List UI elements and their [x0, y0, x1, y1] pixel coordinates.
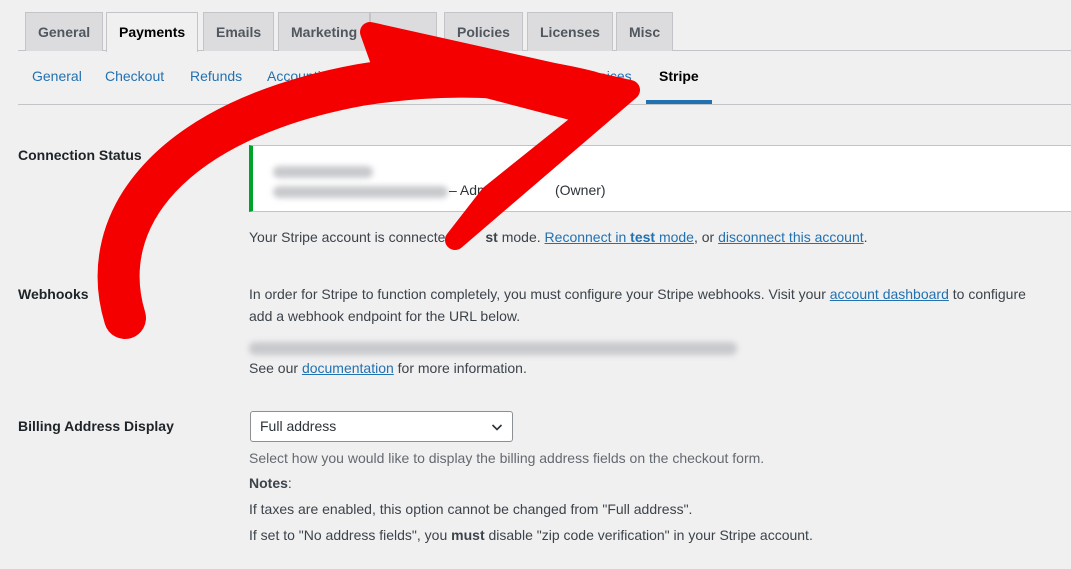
- subtab-general[interactable]: General: [32, 52, 82, 104]
- subtab-invoices[interactable]: voices: [592, 52, 632, 104]
- billing-note-zip: If set to "No address fields", you must …: [249, 525, 813, 545]
- account-owner: (Owner): [555, 182, 606, 198]
- connection-status-text: Your Stripe account is connecte st mode. …: [249, 227, 868, 247]
- reconnect-prefix: Reconnect in: [544, 229, 631, 245]
- see-prefix: See our: [249, 360, 299, 376]
- billing-address-selected: Full address: [260, 418, 337, 434]
- subtab-accounting[interactable]: Accounting: [267, 52, 336, 104]
- documentation-link[interactable]: documentation: [302, 360, 394, 376]
- tab-hidden[interactable]: [370, 12, 437, 51]
- chevron-down-icon: [491, 424, 503, 431]
- status-prefix: Your Stripe account is connecte: [249, 229, 446, 245]
- billing-address-select[interactable]: Full address: [250, 411, 513, 442]
- connection-notice: – Admin (Owner): [249, 145, 1071, 212]
- tab-emails[interactable]: Emails: [203, 12, 275, 51]
- main-tabs: General Payments Emails Marketing Polici…: [18, 0, 1071, 52]
- billing-address-label: Billing Address Display: [18, 418, 174, 434]
- subtab-recurring[interactable]: Recurring: [433, 52, 494, 104]
- subtab-paypal[interactable]: PayPal: [364, 52, 408, 104]
- reconnect-mode: test: [630, 229, 656, 245]
- redacted-webhook-url: [249, 342, 737, 355]
- webhooks-label: Webhooks: [18, 286, 89, 302]
- sub-tabs: General Checkout Refunds Accounting PayP…: [18, 52, 1071, 105]
- note2-suffix: disable "zip code verification" in your …: [488, 527, 813, 543]
- period: .: [863, 229, 868, 245]
- billing-notes-heading: Notes:: [249, 473, 292, 493]
- note2-bold: must: [451, 527, 485, 543]
- redacted-account-email: [273, 186, 448, 198]
- reconnect-suffix: mode: [655, 229, 694, 245]
- see-suffix: for more information.: [397, 360, 527, 376]
- billing-description: Select how you would like to display the…: [249, 450, 765, 466]
- webhooks-see-docs: See our documentation for more informati…: [249, 358, 527, 378]
- disconnect-account-link[interactable]: disconnect this account: [718, 229, 864, 245]
- connection-status-label: Connection Status: [18, 147, 142, 163]
- subtab-checkout[interactable]: Checkout: [105, 52, 164, 104]
- reconnect-test-link[interactable]: Reconnect in test mode: [545, 229, 694, 245]
- tab-policies[interactable]: Policies: [444, 12, 523, 51]
- billing-note-taxes: If taxes are enabled, this option cannot…: [249, 501, 693, 517]
- or-text: , or: [693, 229, 715, 245]
- notes-label: Notes: [249, 475, 288, 491]
- webhooks-line1-prefix: In order for Stripe to function complete…: [249, 286, 826, 302]
- notes-colon: :: [287, 475, 292, 491]
- status-mode-suffix: mode.: [501, 229, 541, 245]
- webhooks-line1: In order for Stripe to function complete…: [249, 284, 1026, 304]
- tab-misc[interactable]: Misc: [616, 12, 674, 51]
- tab-payments[interactable]: Payments: [106, 12, 199, 52]
- status-mode: st: [485, 229, 498, 245]
- subtab-refunds[interactable]: Refunds: [190, 52, 242, 104]
- account-role: – Admin: [449, 182, 500, 198]
- subtab-stripe[interactable]: Stripe: [646, 52, 712, 104]
- tab-marketing[interactable]: Marketing: [278, 12, 371, 51]
- tab-general[interactable]: General: [25, 12, 104, 51]
- webhooks-line1-suffix: to configure: [952, 286, 1026, 302]
- redacted-account-name: [273, 166, 373, 178]
- tab-licenses[interactable]: Licenses: [527, 12, 613, 51]
- webhooks-line2: add a webhook endpoint for the URL below…: [249, 308, 521, 324]
- account-dashboard-link[interactable]: account dashboard: [830, 286, 949, 302]
- note2-prefix: If set to "No address fields", you: [249, 527, 448, 543]
